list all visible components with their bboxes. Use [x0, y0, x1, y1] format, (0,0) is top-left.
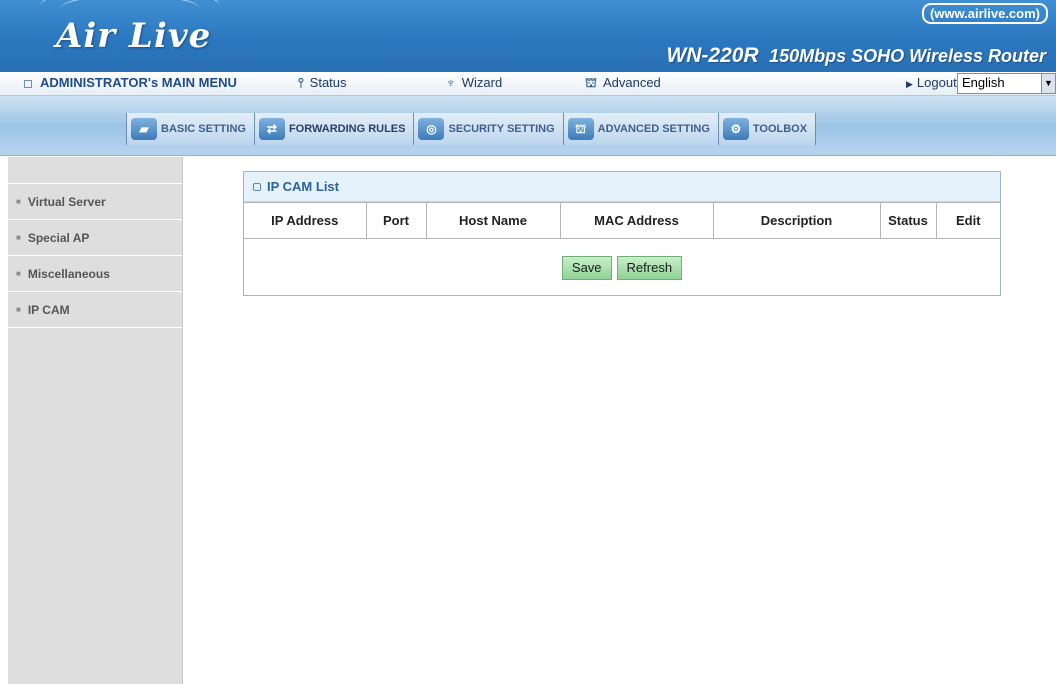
tab-label: BASIC SETTING — [161, 123, 246, 135]
square-bullet-icon — [253, 182, 261, 191]
sidebar-item-label: Virtual Server — [27, 194, 106, 209]
logout-label: Logout — [916, 75, 957, 90]
lock-icon: ◎ — [418, 118, 445, 140]
chevron-down-icon[interactable]: ▼ — [1041, 74, 1055, 93]
sidebar-item-virtual-server[interactable]: ■ Virtual Server — [8, 184, 182, 220]
sidebar-header — [8, 157, 182, 184]
refresh-button[interactable]: Refresh — [616, 255, 683, 280]
sidebar-item-label: Miscellaneous — [27, 266, 110, 281]
table-header-row: IP Address Port Host Name MAC Address De… — [244, 202, 1000, 239]
column-header: Port — [365, 202, 427, 239]
column-header: Status — [879, 202, 937, 239]
button-row: Save Refresh — [244, 239, 1000, 296]
bullet-icon: ■ — [16, 233, 21, 242]
advanced-menu-item[interactable]: ⛫ Advanced — [585, 75, 661, 93]
model-name: WN-220R — [666, 44, 759, 67]
sidebar-item-special-ap[interactable]: ■ Special AP — [8, 220, 182, 256]
sidebar-item-label: IP CAM — [27, 302, 70, 317]
tab-advanced-setting[interactable]: ⛫ ADVANCED SETTING — [562, 113, 719, 145]
airlive-logo: Air Live — [56, 16, 212, 56]
wizard-icon: ♆ — [446, 75, 456, 90]
column-header: Host Name — [425, 202, 561, 239]
sidebar-item-ip-cam[interactable]: ■ IP CAM — [8, 292, 182, 328]
panel-title-text: IP CAM List — [267, 179, 339, 194]
status-icon: ⫯ — [298, 75, 304, 90]
tab-label: TOOLBOX — [752, 123, 808, 135]
wizard-menu-item[interactable]: ♆ Wizard — [446, 75, 502, 90]
column-header: IP Address — [244, 202, 367, 239]
logout-link[interactable]: ▶ Logout — [906, 75, 957, 90]
language-select[interactable]: English ▼ — [957, 73, 1056, 94]
advanced-icon: ⛫ — [585, 75, 597, 90]
wizard-label: Wizard — [461, 75, 503, 90]
tab-toolbox[interactable]: ⚙ TOOLBOX — [717, 113, 817, 145]
tab-list: ▰ BASIC SETTING ⇄ FORWARDING RULES ◎ SEC… — [126, 113, 817, 145]
tab-label: SECURITY SETTING — [448, 123, 555, 135]
language-value: English — [962, 75, 1005, 90]
toolbox-icon: ⚙ — [722, 118, 749, 140]
tab-label: ADVANCED SETTING — [597, 123, 710, 135]
tab-forwarding-rules[interactable]: ⇄ FORWARDING RULES — [253, 113, 415, 145]
product-title: WN-220R 150Mbps SOHO Wireless Router — [666, 44, 1046, 68]
folder-icon: ▰ — [131, 118, 157, 140]
admin-menu-label: ADMINISTRATOR's MAIN MENU — [40, 75, 237, 90]
main-menu-bar: ADMINISTRATOR's MAIN MENU ⫯ Status ♆ Wizar… — [0, 72, 1056, 96]
ip-cam-list-panel: IP CAM List IP Address Port Host Name MA… — [243, 171, 1001, 296]
ip-cam-table: IP Address Port Host Name MAC Address De… — [244, 202, 1000, 239]
settings-tab-bar: ▰ BASIC SETTING ⇄ FORWARDING RULES ◎ SEC… — [0, 96, 1056, 156]
bullet-icon: ■ — [16, 305, 21, 314]
save-button[interactable]: Save — [561, 255, 612, 280]
status-label: Status — [309, 75, 347, 90]
sidebar: ■ Virtual Server ■ Special AP ■ Miscellaneo… — [8, 157, 183, 684]
column-header: Description — [712, 202, 881, 239]
panel-title: IP CAM List — [244, 172, 1000, 202]
admin-main-menu-link[interactable]: ADMINISTRATOR's MAIN MENU — [24, 75, 237, 90]
column-header: Edit — [935, 202, 1000, 239]
website-url[interactable]: (www.airlive.com) — [921, 3, 1048, 24]
bullet-icon: ■ — [16, 269, 21, 278]
arrow-right-icon: ▶ — [906, 79, 913, 89]
square-bullet-icon — [24, 79, 32, 88]
tab-label: FORWARDING RULES — [288, 123, 406, 135]
advanced-label: Advanced — [602, 75, 661, 90]
forwarding-icon: ⇄ — [258, 118, 285, 140]
model-description: 150Mbps SOHO Wireless Router — [769, 46, 1046, 66]
bullet-icon: ■ — [16, 197, 21, 206]
sidebar-item-label: Special AP — [27, 230, 90, 245]
status-menu-item[interactable]: ⫯ Status — [298, 75, 347, 91]
sidebar-item-miscellaneous[interactable]: ■ Miscellaneous — [8, 256, 182, 292]
header-banner: Air Live (www.airlive.com) WN-220R 150Mb… — [0, 0, 1056, 78]
tab-security-setting[interactable]: ◎ SECURITY SETTING — [413, 113, 564, 145]
tab-basic-setting[interactable]: ▰ BASIC SETTING — [126, 113, 255, 145]
column-header: MAC Address — [559, 202, 714, 239]
advanced-icon: ⛫ — [567, 118, 594, 140]
